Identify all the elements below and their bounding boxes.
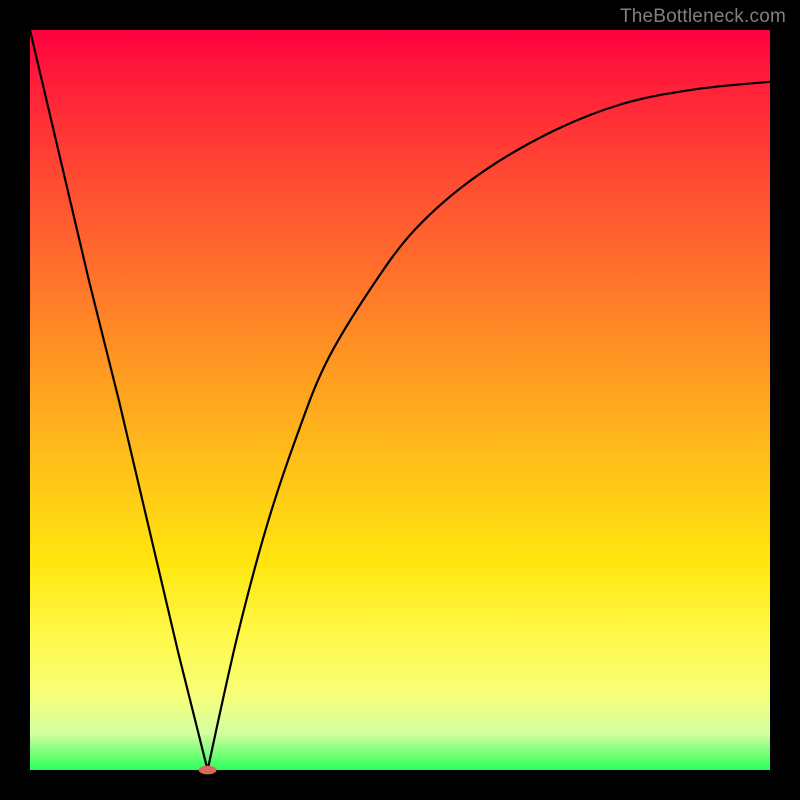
- curve-right: [208, 82, 770, 770]
- watermark-text: TheBottleneck.com: [620, 6, 786, 28]
- curve-left: [30, 30, 208, 770]
- min-marker: [199, 766, 217, 775]
- chart-frame: TheBottleneck.com: [0, 0, 800, 800]
- curve-svg: [30, 30, 770, 770]
- plot-area: [30, 30, 770, 770]
